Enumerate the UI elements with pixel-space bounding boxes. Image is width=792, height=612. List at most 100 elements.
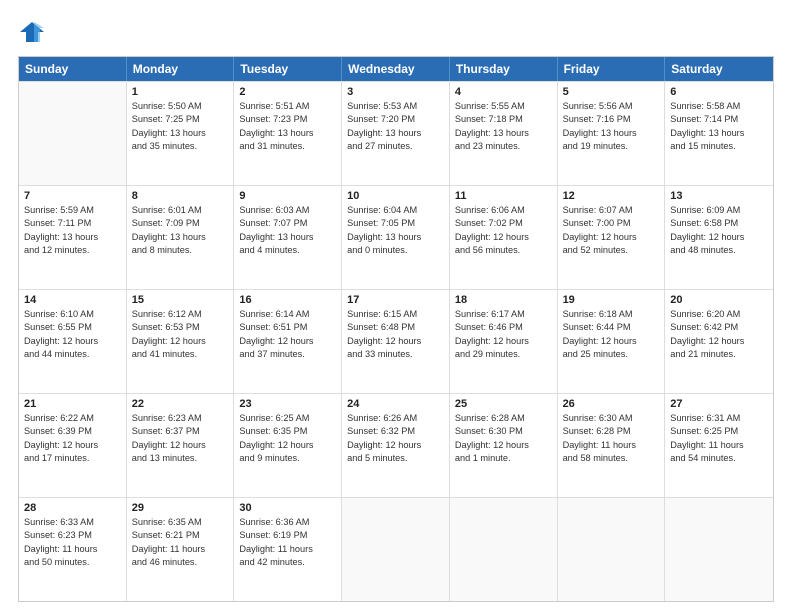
header-day-sunday: Sunday xyxy=(19,57,127,81)
calendar-cell: 18 Sunrise: 6:17 AM Sunset: 6:46 PM Dayli… xyxy=(450,290,558,393)
header-day-monday: Monday xyxy=(127,57,235,81)
page-header xyxy=(18,18,774,46)
calendar-cell: 17 Sunrise: 6:15 AM Sunset: 6:48 PM Dayli… xyxy=(342,290,450,393)
calendar-cell: 7 Sunrise: 5:59 AM Sunset: 7:11 PM Daylig… xyxy=(19,186,127,289)
header-day-tuesday: Tuesday xyxy=(234,57,342,81)
day-info: Sunrise: 6:22 AM Sunset: 6:39 PM Dayligh… xyxy=(24,412,121,465)
day-info: Sunrise: 6:28 AM Sunset: 6:30 PM Dayligh… xyxy=(455,412,552,465)
day-info: Sunrise: 6:07 AM Sunset: 7:00 PM Dayligh… xyxy=(563,204,660,257)
calendar-row-5: 28 Sunrise: 6:33 AM Sunset: 6:23 PM Dayli… xyxy=(19,497,773,601)
day-info: Sunrise: 5:56 AM Sunset: 7:16 PM Dayligh… xyxy=(563,100,660,153)
day-number: 8 xyxy=(132,190,229,202)
day-number: 26 xyxy=(563,398,660,410)
calendar-cell: 21Sunrise: 6:22 AM Sunset: 6:39 PM Dayli… xyxy=(19,394,127,497)
calendar-cell: 19 Sunrise: 6:18 AM Sunset: 6:44 PM Dayli… xyxy=(558,290,666,393)
calendar-cell: 26 Sunrise: 6:30 AM Sunset: 6:28 PM Dayli… xyxy=(558,394,666,497)
day-info: Sunrise: 5:59 AM Sunset: 7:11 PM Dayligh… xyxy=(24,204,121,257)
day-number: 14 xyxy=(24,294,121,306)
calendar-cell: 12 Sunrise: 6:07 AM Sunset: 7:00 PM Dayli… xyxy=(558,186,666,289)
day-info: Sunrise: 5:58 AM Sunset: 7:14 PM Dayligh… xyxy=(670,100,768,153)
day-info: Sunrise: 6:17 AM Sunset: 6:46 PM Dayligh… xyxy=(455,308,552,361)
day-number: 9 xyxy=(239,190,336,202)
day-info: Sunrise: 6:03 AM Sunset: 7:07 PM Dayligh… xyxy=(239,204,336,257)
day-number: 19 xyxy=(563,294,660,306)
calendar-header: SundayMondayTuesdayWednesdayThursdayFrid… xyxy=(19,57,773,81)
day-info: Sunrise: 6:18 AM Sunset: 6:44 PM Dayligh… xyxy=(563,308,660,361)
calendar-cell: 11 Sunrise: 6:06 AM Sunset: 7:02 PM Dayli… xyxy=(450,186,558,289)
calendar-cell: 27 Sunrise: 6:31 AM Sunset: 6:25 PM Dayli… xyxy=(665,394,773,497)
day-number: 4 xyxy=(455,86,552,98)
calendar-row-3: 14 Sunrise: 6:10 AM Sunset: 6:55 PM Dayli… xyxy=(19,289,773,393)
day-info: Sunrise: 6:30 AM Sunset: 6:28 PM Dayligh… xyxy=(563,412,660,465)
day-number: 1 xyxy=(132,86,229,98)
day-info: Sunrise: 6:33 AM Sunset: 6:23 PM Dayligh… xyxy=(24,516,121,569)
calendar-cell xyxy=(19,82,127,185)
calendar-cell: 30Sunrise: 6:36 AM Sunset: 6:19 PM Dayli… xyxy=(234,498,342,601)
day-info: Sunrise: 6:04 AM Sunset: 7:05 PM Dayligh… xyxy=(347,204,444,257)
day-info: Sunrise: 6:14 AM Sunset: 6:51 PM Dayligh… xyxy=(239,308,336,361)
calendar-cell: 6Sunrise: 5:58 AM Sunset: 7:14 PM Daylig… xyxy=(665,82,773,185)
day-number: 24 xyxy=(347,398,444,410)
calendar-row-2: 7 Sunrise: 5:59 AM Sunset: 7:11 PM Daylig… xyxy=(19,185,773,289)
calendar-cell: 4Sunrise: 5:55 AM Sunset: 7:18 PM Daylig… xyxy=(450,82,558,185)
day-number: 15 xyxy=(132,294,229,306)
day-number: 27 xyxy=(670,398,768,410)
day-info: Sunrise: 6:09 AM Sunset: 6:58 PM Dayligh… xyxy=(670,204,768,257)
calendar-cell: 14 Sunrise: 6:10 AM Sunset: 6:55 PM Dayli… xyxy=(19,290,127,393)
calendar-cell: 22 Sunrise: 6:23 AM Sunset: 6:37 PM Dayli… xyxy=(127,394,235,497)
day-number: 11 xyxy=(455,190,552,202)
calendar-body: 1 Sunrise: 5:50 AM Sunset: 7:25 PM Daylig… xyxy=(19,81,773,601)
calendar-cell: 23Sunrise: 6:25 AM Sunset: 6:35 PM Dayli… xyxy=(234,394,342,497)
day-info: Sunrise: 6:15 AM Sunset: 6:48 PM Dayligh… xyxy=(347,308,444,361)
calendar-row-4: 21Sunrise: 6:22 AM Sunset: 6:39 PM Dayli… xyxy=(19,393,773,497)
day-number: 3 xyxy=(347,86,444,98)
day-number: 5 xyxy=(563,86,660,98)
day-info: Sunrise: 6:10 AM Sunset: 6:55 PM Dayligh… xyxy=(24,308,121,361)
calendar-cell: 1 Sunrise: 5:50 AM Sunset: 7:25 PM Daylig… xyxy=(127,82,235,185)
day-info: Sunrise: 6:12 AM Sunset: 6:53 PM Dayligh… xyxy=(132,308,229,361)
day-number: 2 xyxy=(239,86,336,98)
calendar-cell: 29 Sunrise: 6:35 AM Sunset: 6:21 PM Dayli… xyxy=(127,498,235,601)
day-info: Sunrise: 6:31 AM Sunset: 6:25 PM Dayligh… xyxy=(670,412,768,465)
calendar-cell: 13 Sunrise: 6:09 AM Sunset: 6:58 PM Dayli… xyxy=(665,186,773,289)
day-number: 7 xyxy=(24,190,121,202)
day-info: Sunrise: 5:53 AM Sunset: 7:20 PM Dayligh… xyxy=(347,100,444,153)
calendar-cell: 16Sunrise: 6:14 AM Sunset: 6:51 PM Dayli… xyxy=(234,290,342,393)
day-number: 28 xyxy=(24,502,121,514)
day-number: 12 xyxy=(563,190,660,202)
calendar-cell: 24 Sunrise: 6:26 AM Sunset: 6:32 PM Dayli… xyxy=(342,394,450,497)
calendar-cell: 2 Sunrise: 5:51 AM Sunset: 7:23 PM Daylig… xyxy=(234,82,342,185)
calendar-cell: 3 Sunrise: 5:53 AM Sunset: 7:20 PM Daylig… xyxy=(342,82,450,185)
calendar-cell xyxy=(342,498,450,601)
day-info: Sunrise: 6:01 AM Sunset: 7:09 PM Dayligh… xyxy=(132,204,229,257)
day-number: 29 xyxy=(132,502,229,514)
calendar-cell: 15 Sunrise: 6:12 AM Sunset: 6:53 PM Dayli… xyxy=(127,290,235,393)
day-number: 20 xyxy=(670,294,768,306)
calendar-row-1: 1 Sunrise: 5:50 AM Sunset: 7:25 PM Daylig… xyxy=(19,81,773,185)
calendar: SundayMondayTuesdayWednesdayThursdayFrid… xyxy=(18,56,774,602)
day-number: 17 xyxy=(347,294,444,306)
day-info: Sunrise: 6:35 AM Sunset: 6:21 PM Dayligh… xyxy=(132,516,229,569)
calendar-cell: 10 Sunrise: 6:04 AM Sunset: 7:05 PM Dayli… xyxy=(342,186,450,289)
day-number: 13 xyxy=(670,190,768,202)
calendar-cell: 28 Sunrise: 6:33 AM Sunset: 6:23 PM Dayli… xyxy=(19,498,127,601)
day-info: Sunrise: 6:06 AM Sunset: 7:02 PM Dayligh… xyxy=(455,204,552,257)
header-day-saturday: Saturday xyxy=(665,57,773,81)
calendar-cell: 20 Sunrise: 6:20 AM Sunset: 6:42 PM Dayli… xyxy=(665,290,773,393)
logo-icon xyxy=(18,18,46,46)
calendar-cell xyxy=(450,498,558,601)
day-number: 25 xyxy=(455,398,552,410)
day-info: Sunrise: 5:50 AM Sunset: 7:25 PM Dayligh… xyxy=(132,100,229,153)
day-number: 22 xyxy=(132,398,229,410)
day-info: Sunrise: 5:51 AM Sunset: 7:23 PM Dayligh… xyxy=(239,100,336,153)
day-number: 10 xyxy=(347,190,444,202)
calendar-cell xyxy=(665,498,773,601)
calendar-cell: 9 Sunrise: 6:03 AM Sunset: 7:07 PM Daylig… xyxy=(234,186,342,289)
day-info: Sunrise: 6:26 AM Sunset: 6:32 PM Dayligh… xyxy=(347,412,444,465)
day-info: Sunrise: 6:20 AM Sunset: 6:42 PM Dayligh… xyxy=(670,308,768,361)
day-number: 23 xyxy=(239,398,336,410)
day-number: 18 xyxy=(455,294,552,306)
day-number: 30 xyxy=(239,502,336,514)
header-day-wednesday: Wednesday xyxy=(342,57,450,81)
day-info: Sunrise: 6:23 AM Sunset: 6:37 PM Dayligh… xyxy=(132,412,229,465)
